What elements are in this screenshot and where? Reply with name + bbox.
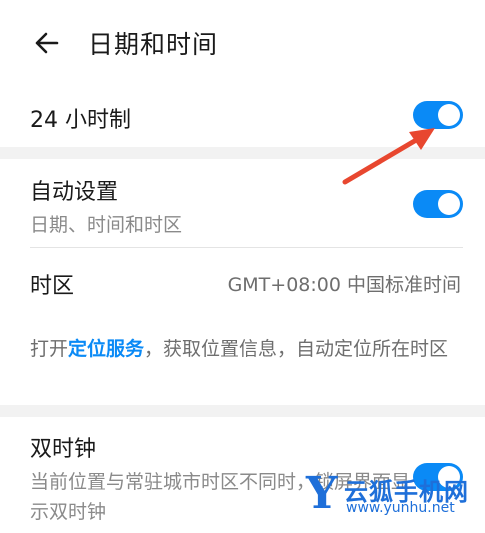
- annotation-arrow-icon: [342, 128, 435, 185]
- hour24-label: 24 小时制: [30, 108, 131, 133]
- watermark: Y 云狐手机网 www.yunhu.net: [306, 470, 476, 520]
- auto-setting-label: 自动设置: [30, 180, 119, 205]
- auto-setting-toggle[interactable]: [413, 190, 463, 218]
- dual-clock-label: 双时钟: [30, 437, 97, 462]
- watermark-url: www.yunhu.net: [346, 500, 455, 516]
- app-bar: 日期和时间: [0, 0, 485, 88]
- section-divider: [0, 405, 485, 417]
- info-suffix: ，获取位置信息，自动定位所在时区: [144, 338, 449, 360]
- toggle-knob: [438, 193, 460, 215]
- watermark-logo: Y: [306, 468, 338, 519]
- timezone-label[interactable]: 时区: [30, 268, 74, 300]
- row-divider: [30, 247, 463, 248]
- arrow-left-icon[interactable]: [30, 28, 60, 58]
- page-title: 日期和时间: [88, 30, 219, 59]
- timezone-value[interactable]: GMT+08:00 中国标准时间: [228, 270, 461, 297]
- info-prefix: 打开: [30, 338, 69, 360]
- location-service-link[interactable]: 定位服务: [68, 338, 144, 360]
- location-info-text: 打开定位服务，获取位置信息，自动定位所在时区: [30, 333, 460, 365]
- auto-setting-subtitle: 日期、时间和时区: [30, 214, 183, 236]
